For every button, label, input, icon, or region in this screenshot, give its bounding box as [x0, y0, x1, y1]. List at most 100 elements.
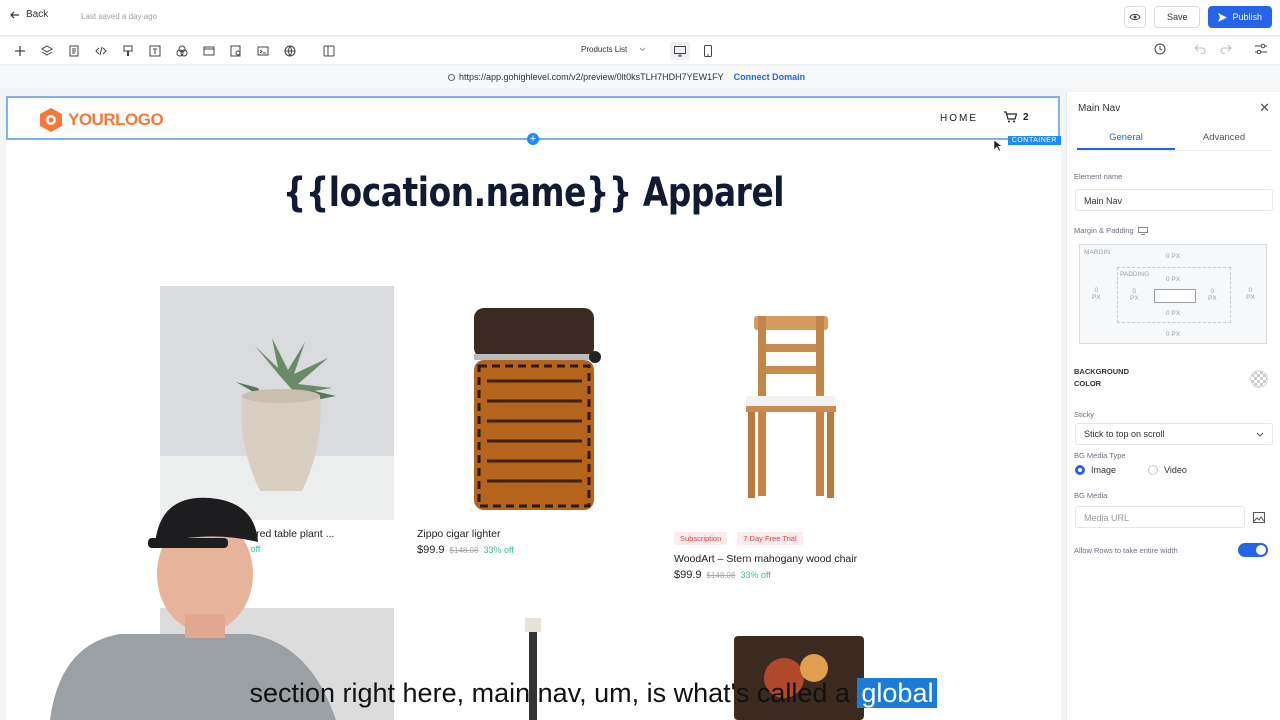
content-box — [1154, 289, 1196, 303]
media-image-radio[interactable] — [1075, 465, 1085, 475]
container-tag: CONTAINER — [1007, 136, 1061, 145]
history-icon[interactable] — [1154, 43, 1166, 55]
margin-padding-text: Margin & Padding — [1074, 226, 1134, 235]
redo-icon[interactable] — [1220, 44, 1232, 54]
media-video-radio[interactable] — [1148, 465, 1159, 475]
sticky-select[interactable]: Stick to top on scroll — [1075, 423, 1273, 445]
margin-padding-label: Margin & Padding — [1074, 226, 1148, 235]
caption-text: section right here, main nav, um, is wha… — [249, 678, 858, 708]
undo-icon[interactable] — [1194, 44, 1206, 54]
close-icon[interactable]: ✕ — [1259, 100, 1270, 116]
margin-right[interactable]: 0 PX — [1246, 287, 1255, 301]
form-icon[interactable] — [228, 43, 244, 59]
product-old-price: $148.08 — [449, 546, 479, 555]
back-button[interactable]: Back — [10, 9, 48, 20]
chevron-down-icon — [639, 47, 646, 52]
mobile-view-button[interactable] — [698, 42, 718, 60]
mouse-cursor-icon — [994, 140, 1002, 152]
margin-left[interactable]: 0 PX — [1092, 287, 1101, 301]
product-discount: 33% off — [740, 570, 771, 580]
caption-highlight: global — [857, 678, 938, 708]
eye-icon — [1129, 13, 1141, 21]
product-card[interactable]: Subscription 7 Day Free Trial WoodArt – … — [674, 286, 908, 581]
margin-top[interactable]: 0 PX — [1166, 253, 1180, 260]
allow-rows-toggle[interactable] — [1238, 543, 1268, 557]
product-price: $99.9 — [674, 569, 702, 581]
terminal-icon[interactable] — [255, 43, 271, 59]
padding-bottom[interactable]: 0 PX — [1166, 310, 1180, 317]
preview-button[interactable] — [1123, 6, 1146, 28]
layers-icon[interactable] — [39, 43, 55, 59]
globe-icon[interactable] — [282, 43, 298, 59]
margin-bottom[interactable]: 0 PX — [1166, 331, 1180, 338]
shapes-icon[interactable] — [174, 43, 190, 59]
media-video-label: Video — [1164, 465, 1187, 475]
padding-top[interactable]: 0 PX — [1166, 276, 1180, 283]
publish-label: Publish — [1232, 12, 1262, 22]
settings-sliders-icon[interactable] — [1254, 43, 1268, 55]
padding-label: PADDING — [1120, 271, 1150, 278]
bg-media-label: BG Media — [1074, 491, 1108, 500]
margin-label: MARGIN — [1084, 249, 1110, 256]
add-section-handle[interactable]: + — [527, 133, 539, 145]
save-button[interactable]: Save — [1153, 6, 1201, 28]
caption-upcoming: section — [937, 678, 1031, 708]
saved-status: Last saved a day ago — [81, 12, 158, 21]
page-title: {{location.name}} Apparel — [282, 170, 785, 216]
connect-domain-link[interactable]: Connect Domain — [734, 72, 806, 82]
product-name[interactable]: WoodArt – Stern mahogany wood chair — [674, 553, 908, 565]
product-card[interactable]: Zippo cigar lighter $99.9 $148.08 33% of… — [417, 286, 651, 556]
tab-advanced[interactable]: Advanced — [1175, 132, 1273, 150]
top-bar: Back Last saved a day ago Save Publish — [0, 0, 1280, 36]
desktop-icon[interactable] — [1137, 226, 1148, 235]
free-trial-tag: 7 Day Free Trial — [737, 532, 803, 545]
product-image-lighter[interactable] — [417, 286, 651, 520]
url-bar: https://app.gohighlevel.com/v2/preview/0… — [0, 66, 1280, 88]
desktop-icon — [674, 45, 686, 56]
page-selector-value: Products List — [581, 45, 628, 54]
site-logo[interactable]: YOURLOGO — [38, 107, 164, 133]
element-name-label: Element name — [1074, 172, 1123, 181]
element-name-input[interactable]: Main Nav — [1075, 189, 1273, 211]
padding-left[interactable]: 0 PX — [1130, 288, 1139, 302]
paint-icon[interactable] — [120, 43, 136, 59]
sticky-select-value: Stick to top on scroll — [1084, 429, 1165, 439]
publish-button[interactable]: Publish — [1208, 6, 1272, 28]
window-icon[interactable] — [201, 43, 217, 59]
padding-box: PADDING 0 PX 0 PX 0 PX 0 PX — [1117, 267, 1231, 323]
logo-hexagon-icon — [40, 108, 62, 132]
media-image-label: Image — [1091, 465, 1117, 475]
spacing-box-model[interactable]: MARGIN 0 PX 0 PX 0 PX 0 PX PADDING 0 PX 0 … — [1079, 244, 1267, 344]
image-upload-icon[interactable] — [1253, 512, 1265, 523]
back-label: Back — [26, 9, 49, 20]
cart-icon — [1004, 111, 1017, 123]
settings-panel: Main Nav ✕ General Advanced Element name… — [1066, 92, 1280, 720]
padding-right[interactable]: 0 PX — [1208, 288, 1217, 302]
pages-icon[interactable] — [66, 43, 82, 59]
tab-general[interactable]: General — [1077, 132, 1175, 150]
logo-text: YOURLOGO — [68, 110, 164, 129]
plus-icon[interactable] — [12, 43, 28, 59]
editor-toolbar: Products List — [0, 37, 1280, 65]
page-selector[interactable]: Products List — [581, 45, 646, 54]
desktop-view-button[interactable] — [670, 42, 690, 60]
media-url-input[interactable]: Media URL — [1075, 506, 1245, 528]
product-name[interactable]: Zippo cigar lighter — [417, 528, 651, 540]
cart-button[interactable]: 2 — [1004, 111, 1029, 123]
subscription-tag: Subscription — [674, 532, 728, 545]
code-icon[interactable] — [93, 43, 109, 59]
product-image-chair[interactable] — [674, 286, 908, 520]
sticky-label: Sticky — [1074, 410, 1095, 419]
background-color-swatch[interactable] — [1250, 370, 1268, 388]
product-price: $99.9 — [417, 544, 445, 556]
background-color-label: BACKGROUND COLOR — [1074, 367, 1129, 388]
send-icon — [1218, 12, 1228, 22]
arrow-left-icon — [10, 11, 19, 18]
product-image-plant[interactable] — [160, 286, 394, 520]
text-icon[interactable] — [147, 43, 163, 59]
preview-url[interactable]: https://app.gohighlevel.com/v2/preview/0… — [459, 72, 724, 82]
nav-home-link[interactable]: HOME — [940, 113, 978, 124]
bg-media-type-label: BG Media Type — [1074, 451, 1126, 460]
split-view-icon[interactable] — [321, 43, 337, 59]
circle-icon — [448, 73, 455, 81]
